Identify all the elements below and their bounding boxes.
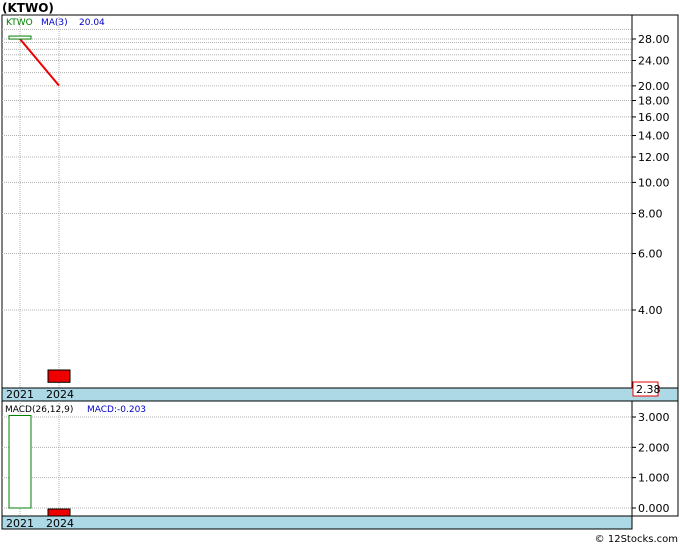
price-x-axis-band xyxy=(1,387,679,402)
price-tick-label: 14.00 xyxy=(638,130,670,143)
price-legend-symbol: KTWO xyxy=(6,18,33,28)
price-tick-label: 20.00 xyxy=(638,80,670,93)
macd-legend-value: MACD:-0.203 xyxy=(87,405,146,415)
stock-chart: (KTWO) 28.00 24.00 20.00 18.00 16.00 14.00 12.… xyxy=(1,1,679,545)
price-tick-label: 4.00 xyxy=(638,304,663,317)
price-tick-label: 12.00 xyxy=(638,151,670,164)
price-tick-label: 6.00 xyxy=(638,248,663,261)
last-price-label: 2.38 xyxy=(636,383,661,396)
price-tick-label: 8.00 xyxy=(638,207,663,220)
macd-x-label-2024: 2024 xyxy=(46,517,74,530)
macd-tick-label: 0.000 xyxy=(638,502,670,515)
macd-legend-label: MACD(26,12,9) xyxy=(5,405,73,415)
price-x-label-2024: 2024 xyxy=(46,388,74,401)
price-tick-label: 16.00 xyxy=(638,111,670,124)
price-panel xyxy=(1,14,679,389)
macd-tick-label: 1.000 xyxy=(638,472,670,485)
macd-panel xyxy=(1,400,679,517)
price-tick-label: 24.00 xyxy=(638,54,670,67)
price-legend-ma: MA(3) xyxy=(41,18,68,28)
macd-tick-label: 2.000 xyxy=(638,441,670,454)
price-tick-label: 18.00 xyxy=(638,95,670,108)
price-tick-label: 10.00 xyxy=(638,176,670,189)
price-x-label-2021: 2021 xyxy=(6,388,34,401)
macd-bar-2021 xyxy=(8,414,32,509)
chart-title: (KTWO) xyxy=(2,1,54,15)
price-legend-ma-value: 20.04 xyxy=(79,18,105,28)
macd-x-label-2021: 2021 xyxy=(6,517,34,530)
macd-x-axis-band xyxy=(1,515,633,530)
price-tick-label: 28.00 xyxy=(638,33,670,46)
macd-tick-label: 3.000 xyxy=(638,411,670,424)
footer-credit: © 12Stocks.com xyxy=(595,534,678,545)
candle-2021 xyxy=(8,35,32,40)
candle-2024 xyxy=(47,369,71,383)
